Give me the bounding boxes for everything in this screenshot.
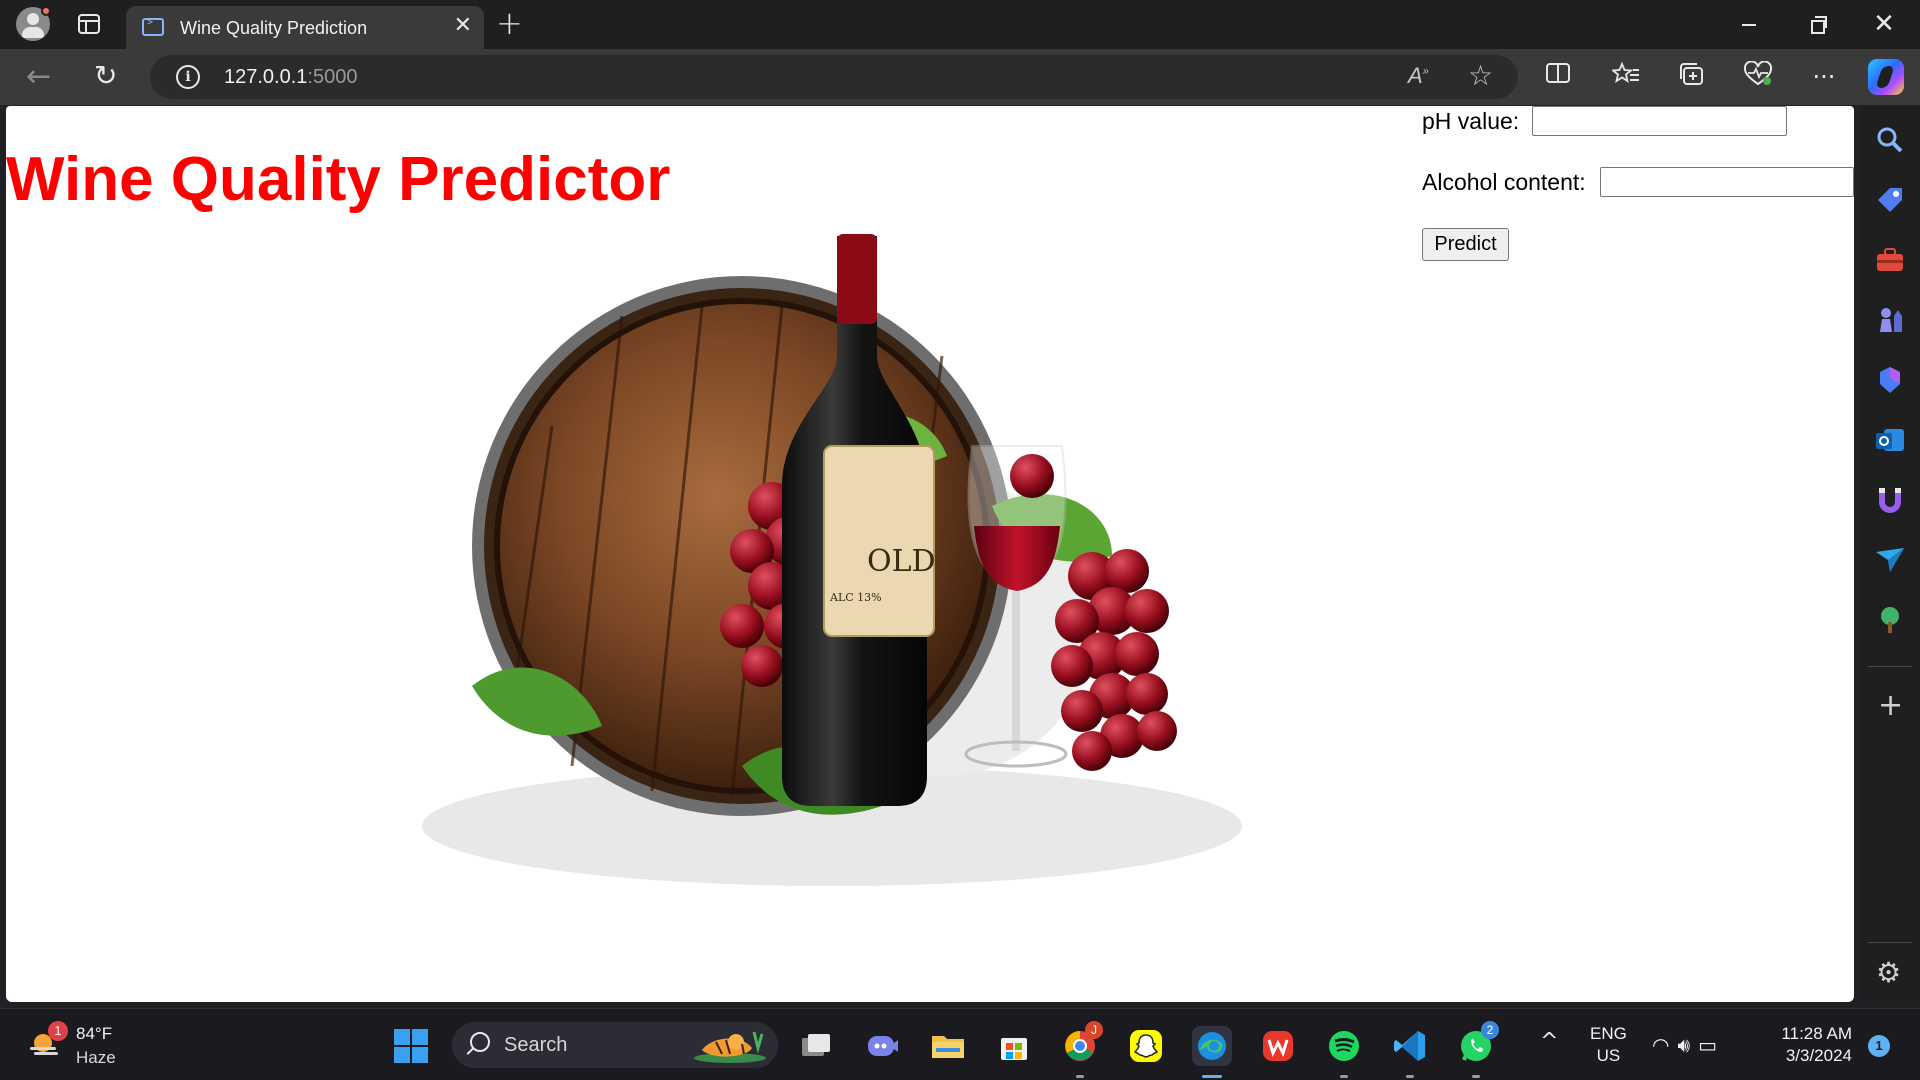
windows-taskbar: 1 84°F Haze Search J 2 ^ ENG US ◠🔊︎▭ 11:… — [0, 1008, 1920, 1080]
ph-input[interactable] — [1532, 106, 1787, 136]
vscode-icon[interactable] — [1390, 1026, 1430, 1066]
search-highlight-tiger-icon — [694, 1031, 766, 1063]
weather-description[interactable]: Haze — [76, 1048, 116, 1068]
page-viewport: Wine Quality Predictor pH value: Alcohol… — [6, 106, 1854, 1002]
tab-wine-quality[interactable]: Wine Quality Prediction ✕ — [126, 6, 484, 49]
browser-essentials-heart-icon[interactable] — [1742, 60, 1774, 93]
weather-temperature[interactable]: 84°F — [76, 1024, 112, 1044]
edge-icon[interactable] — [1192, 1026, 1232, 1066]
clock[interactable]: 11:28 AM 3/3/2024 — [1774, 1023, 1852, 1067]
add-favorite-star-icon[interactable]: ☆ — [1468, 59, 1493, 92]
alcohol-label: Alcohol content: — [1422, 169, 1586, 195]
predict-button[interactable]: Predict — [1422, 228, 1509, 261]
send-icon[interactable] — [1872, 542, 1908, 578]
read-aloud-icon[interactable]: A» — [1408, 63, 1429, 89]
terminal-favicon-icon — [142, 17, 164, 36]
close-tab-icon[interactable]: ✕ — [454, 13, 472, 38]
alcohol-row: Alcohol content: — [1422, 167, 1854, 197]
tag-icon[interactable] — [1872, 182, 1908, 218]
profile-avatar-icon[interactable] — [16, 6, 51, 41]
url-port: :5000 — [307, 66, 358, 88]
outlook-icon[interactable] — [1872, 422, 1908, 458]
favorites-icon[interactable] — [1610, 61, 1642, 93]
spotify-icon[interactable] — [1324, 1026, 1364, 1066]
sidebar-settings-gear-icon[interactable]: ⚙ — [1876, 956, 1901, 989]
sidebar-divider — [1868, 942, 1912, 943]
clock-time: 11:28 AM — [1781, 1024, 1852, 1043]
ph-row: pH value: — [1422, 106, 1787, 136]
split-screen-icon[interactable] — [1542, 61, 1574, 93]
vscode-running-indicator — [1406, 1075, 1414, 1078]
back-arrow-icon[interactable]: ← — [26, 59, 51, 94]
page-title: Wine Quality Predictor — [6, 145, 671, 214]
search-icon[interactable] — [1872, 122, 1908, 158]
volume-icon[interactable]: 🔊︎ — [1677, 1033, 1698, 1057]
more-options-icon[interactable]: ··· — [1808, 61, 1840, 93]
svg-text:ALC 13%: ALC 13% — [829, 591, 882, 604]
minimize-window-button[interactable] — [1728, 8, 1768, 40]
windows-start-icon[interactable] — [394, 1029, 428, 1063]
new-tab-button[interactable]: + — [496, 4, 523, 42]
url-host: 127.0.0.1 — [224, 66, 308, 88]
svg-text:OLD: OLD — [867, 544, 936, 579]
weather-alert-badge: 1 — [48, 1021, 68, 1041]
alcohol-input[interactable] — [1600, 167, 1854, 197]
url-text[interactable]: 127.0.0.1:5000 — [224, 66, 357, 89]
tab-title: Wine Quality Prediction — [180, 18, 368, 38]
browser-toolbar: ← ↻ i 127.0.0.1:5000 A» ☆ ··· — [0, 49, 1920, 105]
toolbox-icon[interactable] — [1872, 242, 1908, 278]
chess-icon[interactable] — [1872, 302, 1908, 338]
wps-office-icon[interactable] — [1258, 1026, 1298, 1066]
clock-date: 3/3/2024 — [1785, 1046, 1852, 1065]
copilot-icon[interactable] — [1872, 362, 1908, 398]
search-label: Search — [504, 1034, 568, 1056]
ph-label: pH value: — [1422, 108, 1520, 134]
microsoft-store-icon[interactable] — [994, 1026, 1034, 1066]
add-sidebar-app-button[interactable]: + — [1878, 688, 1903, 723]
site-info-icon[interactable]: i — [176, 65, 200, 89]
tree-icon[interactable] — [1872, 602, 1908, 638]
tab-actions-icon[interactable] — [78, 14, 100, 34]
taskbar-search-box[interactable]: Search — [452, 1022, 778, 1068]
edge-sidebar: + ⚙ — [1860, 106, 1920, 1002]
copilot-icon[interactable] — [1868, 59, 1904, 95]
wine-barrel-illustration: OLD ALC 13% — [422, 234, 1242, 886]
show-hidden-icons-chevron-icon[interactable]: ^ — [1540, 1029, 1558, 1054]
wifi-icon[interactable]: ◠ — [1652, 1033, 1677, 1057]
close-window-button[interactable]: ✕ — [1864, 8, 1904, 40]
restore-window-button[interactable] — [1796, 8, 1836, 40]
task-view-icon[interactable] — [796, 1026, 836, 1066]
edge-active-indicator — [1202, 1075, 1222, 1078]
collections-icon[interactable] — [1676, 61, 1708, 93]
input-language-code: ENG — [1590, 1024, 1627, 1043]
search-icon — [470, 1032, 490, 1052]
input-language-region: US — [1596, 1046, 1621, 1065]
input-language[interactable]: ENG US — [1590, 1023, 1627, 1067]
chrome-running-indicator — [1076, 1075, 1084, 1078]
magnet-icon[interactable] — [1872, 482, 1908, 518]
file-explorer-icon[interactable] — [928, 1026, 968, 1066]
sidebar-divider — [1868, 666, 1912, 667]
battery-icon[interactable]: ▭ — [1698, 1033, 1725, 1057]
spotify-running-indicator — [1340, 1075, 1348, 1078]
title-bar: Wine Quality Prediction ✕ + ✕ — [0, 0, 1920, 49]
reload-icon[interactable]: ↻ — [94, 59, 117, 92]
whatsapp-running-indicator — [1472, 1075, 1480, 1078]
teams-icon[interactable] — [862, 1026, 902, 1066]
notification-count-badge[interactable]: 1 — [1868, 1035, 1890, 1057]
snapchat-icon[interactable] — [1126, 1026, 1166, 1066]
system-tray-icons[interactable]: ◠🔊︎▭ — [1652, 1033, 1725, 1057]
address-bar[interactable]: i 127.0.0.1:5000 A» ☆ — [150, 55, 1518, 99]
whatsapp-notification-badge: 2 — [1481, 1021, 1499, 1039]
chrome-profile-badge: J — [1085, 1021, 1103, 1039]
